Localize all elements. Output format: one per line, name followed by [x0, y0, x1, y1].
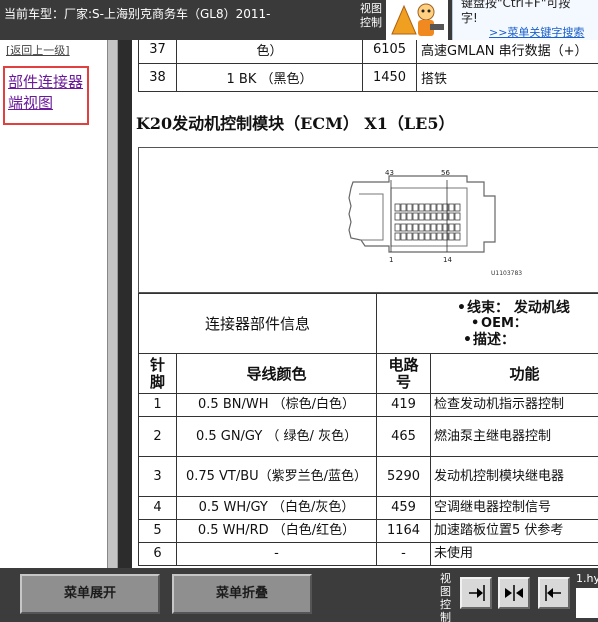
function-cell: 加速踏板位置5 伏参考	[430, 519, 598, 543]
component-info-header: 连接器部件信息	[137, 293, 378, 354]
component-info-cell: •线束： 发动机线 • OEM： •描述：	[376, 293, 598, 354]
figure-id: U1103783	[491, 270, 522, 277]
wire-color-cell: 0.5 GN/GY （ 绿色/ 灰色）	[175, 416, 378, 457]
column-header-pin: 针脚	[138, 353, 177, 394]
pin-cell: 6	[138, 542, 177, 566]
function-cell: 燃油泵主继电器控制	[430, 416, 598, 457]
wire-color-cell: -	[175, 542, 378, 566]
arrow-right-icon	[469, 585, 485, 601]
column-header-wire-color: 导线颜色	[175, 353, 378, 394]
circuit-cell: 419	[376, 393, 432, 417]
header-row: 针脚 导线颜色 电路号 功能	[138, 353, 598, 394]
vehicle-title: 当前车型：厂家:S-上海别克商务车（GL8）2011-	[4, 7, 271, 21]
sidebar-item-connector-end-view[interactable]: 部件连接器端视图	[8, 72, 88, 114]
pin-cell: 2	[138, 416, 177, 457]
info-row: 连接器部件信息 •线束： 发动机线 • OEM： •描述：	[137, 293, 598, 354]
pin-label-14: 14	[443, 256, 452, 264]
top-bar: 当前车型：厂家:S-上海别克商务车（GL8）2011- 视图控制 键盘按"Ctr…	[0, 0, 598, 40]
bottom-toolbar: 菜单展开 菜单折叠 视图控制 1.hy	[0, 568, 598, 622]
column-header-circuit: 电路号	[376, 353, 432, 394]
pin-label-43: 43	[385, 169, 394, 177]
pin-cell: 4	[138, 496, 177, 520]
table-row: 3 0.75 VT/BU（紫罗兰色/蓝色） 5290 发动机控制模块继电器	[138, 456, 598, 497]
wire-color-cell: 0.5 BN/WH （棕色/白色）	[175, 393, 378, 417]
pin-label-56: 56	[441, 169, 450, 177]
connector-title: K20发动机控制模块（ECM） X1（LE5）	[136, 114, 455, 133]
wire-color-cell: 0.5 WH/GY （白色/灰色）	[175, 496, 378, 520]
panel-splitter[interactable]	[107, 40, 118, 568]
list-item: • OEM：	[471, 315, 527, 331]
info-key: 线束：	[467, 299, 510, 316]
circuit-cell: -	[376, 542, 432, 566]
pin-cell: 1	[138, 393, 177, 417]
file-label: 1.hy	[576, 572, 598, 585]
column-header-function: 功能	[430, 353, 598, 394]
circuit-cell: 6105	[362, 40, 417, 64]
search-hint: 键盘按"Ctrl+F"可按 字! >>菜单关键字搜索	[452, 0, 598, 40]
connector-pinout-table: 连接器部件信息 •线束： 发动机线 • OEM： •描述： 针脚 导线颜色 电路号…	[137, 293, 598, 566]
back-link[interactable]: [返回上一级]	[6, 42, 70, 58]
status-panel	[576, 588, 598, 618]
connector-end-view-drawing: 43 56 1 14 U1103783	[348, 169, 522, 277]
show-right-button[interactable]	[460, 577, 492, 609]
circuit-cell: 465	[376, 416, 432, 457]
wire-color-cell: 0.75 VT/BU（紫罗兰色/蓝色）	[175, 456, 378, 497]
wire-color-cell: 0.5 WH/RD （白色/红色）	[175, 519, 378, 543]
split-arrows-icon	[505, 585, 523, 601]
hint-text-2: 字!	[461, 11, 478, 25]
circuit-cell: 1450	[362, 63, 417, 92]
table-row: 2 0.5 GN/GY （ 绿色/ 灰色） 465 燃油泵主继电器控制	[138, 416, 598, 457]
pin-cell: 3	[138, 456, 177, 497]
pin-label-1: 1	[389, 256, 393, 264]
table-row: 1 0.5 BN/WH （棕色/白色） 419 检查发动机指示器控制	[138, 393, 598, 417]
table-row: 4 0.5 WH/GY （白色/灰色） 459 空调继电器控制信号	[138, 496, 598, 520]
connector-diagram: 43 56 1 14 U1103783	[138, 147, 598, 293]
table-row: 5 0.5 WH/RD （白色/红色） 1164 加速踏板位置5 伏参考	[138, 519, 598, 543]
pin-rows	[394, 203, 461, 241]
wire-color-cell: 色）	[176, 40, 363, 64]
menu-expand-button[interactable]: 菜单展开	[20, 574, 160, 614]
circuit-cell: 1164	[376, 519, 432, 543]
frame-border	[118, 40, 132, 568]
list-item: •线束： 发动机线	[457, 299, 570, 316]
function-cell: 未使用	[430, 542, 598, 566]
app-window: 当前车型：厂家:S-上海别克商务车（GL8）2011- 视图控制 键盘按"Ctr…	[0, 0, 598, 622]
circuit-cell: 5290	[376, 456, 432, 497]
component-info-list: •线束： 发动机线 • OEM： •描述：	[378, 299, 598, 348]
pin-cell: 5	[138, 519, 177, 543]
info-key: OEM：	[481, 315, 527, 331]
pin-cell: 37	[138, 40, 177, 64]
menu-collapse-button[interactable]: 菜单折叠	[172, 574, 312, 614]
view-control-label: 视图控制	[360, 2, 382, 29]
previous-connector-table: 37 色） 6105 高速GMLAN 串行数据（+） 38 1 BK （黑色） …	[138, 40, 598, 92]
content-pane: 37 色） 6105 高速GMLAN 串行数据（+） 38 1 BK （黑色） …	[132, 40, 598, 568]
sidebar: [返回上一级] 部件连接器端视图	[0, 40, 107, 568]
function-cell: 检查发动机指示器控制	[430, 393, 598, 417]
circuit-cell: 459	[376, 496, 432, 520]
function-cell: 高速GMLAN 串行数据（+）	[416, 40, 598, 64]
list-item: •描述：	[463, 331, 516, 348]
view-control-label: 视图控制	[440, 572, 451, 622]
mascot-icon	[386, 0, 448, 40]
arrow-left-icon	[545, 585, 561, 601]
menu-keyword-search-link[interactable]: >>菜单关键字搜索	[489, 24, 584, 40]
function-cell: 发动机控制模块继电器	[430, 456, 598, 497]
function-cell: 空调继电器控制信号	[430, 496, 598, 520]
table-row: 37 色） 6105 高速GMLAN 串行数据（+）	[138, 40, 598, 64]
split-view-button[interactable]	[498, 577, 530, 609]
show-left-button[interactable]	[538, 577, 570, 609]
wire-color-cell: 1 BK （黑色）	[176, 63, 363, 92]
current-section-highlight: 部件连接器端视图	[3, 66, 89, 125]
function-cell: 搭铁	[416, 63, 598, 92]
table-row: 6 - - 未使用	[138, 542, 598, 566]
pin-cell: 38	[138, 63, 177, 92]
info-value: 发动机线	[513, 299, 570, 316]
info-key: 描述：	[473, 331, 516, 348]
table-row: 38 1 BK （黑色） 1450 搭铁	[138, 63, 598, 92]
